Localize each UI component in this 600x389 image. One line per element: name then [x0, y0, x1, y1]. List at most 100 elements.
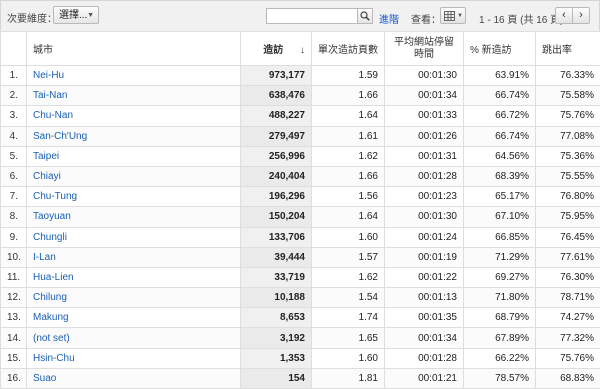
- avg-duration-cell: 00:01:34: [385, 328, 464, 348]
- city-report-table: 城市 造訪 ↓ 單次造訪頁數 平均網站停留時間 % 新造訪 跳出率 1.Nei-…: [0, 31, 600, 389]
- city-link[interactable]: San-Ch'Ung: [27, 126, 241, 146]
- new-visits-cell: 71.29%: [464, 247, 536, 267]
- avg-duration-cell: 00:01:34: [385, 86, 464, 106]
- search-button[interactable]: [357, 8, 373, 24]
- pages-per-visit-cell: 1.81: [312, 368, 385, 388]
- sessions-cell: 1,353: [241, 348, 312, 368]
- avg-duration-cell: 00:01:24: [385, 227, 464, 247]
- city-link[interactable]: Chu-Nan: [27, 106, 241, 126]
- avg-duration-cell: 00:01:33: [385, 106, 464, 126]
- new-visits-cell: 66.72%: [464, 106, 536, 126]
- city-link[interactable]: Suao: [27, 368, 241, 388]
- avg-duration-cell: 00:01:28: [385, 166, 464, 186]
- bounce-rate-cell: 75.36%: [536, 146, 600, 166]
- row-index: 13.: [1, 308, 27, 328]
- avg-duration-cell: 00:01:22: [385, 267, 464, 287]
- city-link[interactable]: (not set): [27, 328, 241, 348]
- city-link[interactable]: Nei-Hu: [27, 66, 241, 86]
- new-visits-header[interactable]: % 新造訪: [464, 32, 536, 66]
- sessions-cell: 488,227: [241, 106, 312, 126]
- table-row: 11.Hua-Lien33,7191.6200:01:2269.27%76.30…: [1, 267, 600, 287]
- table-toolbar: 次要維度： 選擇... ▼ 進階 查看： ▼ 1 - 16 頁 (共 16 頁)…: [0, 0, 600, 32]
- avg-duration-cell: 00:01:35: [385, 308, 464, 328]
- table-row: 14.(not set)3,1921.6500:01:3467.89%77.32…: [1, 328, 600, 348]
- pages-per-visit-cell: 1.65: [312, 328, 385, 348]
- sessions-cell: 154: [241, 368, 312, 388]
- secondary-dimension-select[interactable]: 選擇... ▼: [53, 6, 99, 24]
- pages-per-visit-cell: 1.54: [312, 288, 385, 308]
- pages-per-visit-cell: 1.59: [312, 66, 385, 86]
- city-link[interactable]: Taipei: [27, 146, 241, 166]
- next-page-button[interactable]: ›: [572, 7, 590, 24]
- bounce-rate-cell: 78.71%: [536, 288, 600, 308]
- city-link[interactable]: Chu-Tung: [27, 187, 241, 207]
- bounce-rate-cell: 76.33%: [536, 66, 600, 86]
- table-row: 2.Tai-Nan638,4761.6600:01:3466.74%75.58%: [1, 86, 600, 106]
- search-icon: [360, 11, 370, 21]
- filter-search-input[interactable]: [266, 8, 358, 24]
- sessions-cell: 196,296: [241, 187, 312, 207]
- bounce-rate-cell: 68.83%: [536, 368, 600, 388]
- pages-per-visit-header[interactable]: 單次造訪頁數: [312, 32, 385, 66]
- sessions-column-header[interactable]: 造訪 ↓: [241, 32, 312, 66]
- sessions-cell: 133,706: [241, 227, 312, 247]
- city-link[interactable]: Makung: [27, 308, 241, 328]
- row-index: 6.: [1, 166, 27, 186]
- table-row: 5.Taipei256,9961.6200:01:3164.56%75.36%: [1, 146, 600, 166]
- row-index: 12.: [1, 288, 27, 308]
- city-link[interactable]: Chilung: [27, 288, 241, 308]
- pagination-status: 1 - 16 頁 (共 16 頁): [479, 11, 563, 26]
- new-visits-cell: 69.27%: [464, 267, 536, 287]
- pages-per-visit-cell: 1.60: [312, 348, 385, 368]
- pages-per-visit-cell: 1.64: [312, 207, 385, 227]
- city-link[interactable]: Hua-Lien: [27, 267, 241, 287]
- bounce-rate-cell: 76.30%: [536, 267, 600, 287]
- city-link[interactable]: Chungli: [27, 227, 241, 247]
- pages-per-visit-cell: 1.64: [312, 106, 385, 126]
- city-link[interactable]: Tai-Nan: [27, 86, 241, 106]
- avg-duration-cell: 00:01:13: [385, 288, 464, 308]
- row-index: 4.: [1, 126, 27, 146]
- pages-per-visit-cell: 1.66: [312, 166, 385, 186]
- new-visits-cell: 64.56%: [464, 146, 536, 166]
- row-index: 2.: [1, 86, 27, 106]
- row-index: 10.: [1, 247, 27, 267]
- previous-page-button[interactable]: ‹: [555, 7, 573, 24]
- pages-per-visit-cell: 1.66: [312, 86, 385, 106]
- new-visits-cell: 66.74%: [464, 126, 536, 146]
- city-link[interactable]: Taoyuan: [27, 207, 241, 227]
- city-link[interactable]: Chiayi: [27, 166, 241, 186]
- avg-duration-cell: 00:01:30: [385, 207, 464, 227]
- table-header-row: 城市 造訪 ↓ 單次造訪頁數 平均網站停留時間 % 新造訪 跳出率: [1, 32, 600, 66]
- avg-duration-cell: 00:01:21: [385, 368, 464, 388]
- new-visits-cell: 66.74%: [464, 86, 536, 106]
- city-column-header[interactable]: 城市: [27, 32, 241, 66]
- row-index: 1.: [1, 66, 27, 86]
- city-link[interactable]: Hsin-Chu: [27, 348, 241, 368]
- new-visits-cell: 67.89%: [464, 328, 536, 348]
- grid-view-icon: [444, 11, 455, 21]
- table-row: 12.Chilung10,1881.5400:01:1371.80%78.71%: [1, 288, 600, 308]
- table-row: 6.Chiayi240,4041.6600:01:2868.39%75.55%: [1, 166, 600, 186]
- row-index: 5.: [1, 146, 27, 166]
- bounce-rate-cell: 77.61%: [536, 247, 600, 267]
- bounce-rate-cell: 77.32%: [536, 328, 600, 348]
- bounce-rate-cell: 75.95%: [536, 207, 600, 227]
- bounce-rate-header[interactable]: 跳出率: [536, 32, 600, 66]
- avg-duration-header[interactable]: 平均網站停留時間: [385, 32, 464, 66]
- row-index: 8.: [1, 207, 27, 227]
- sessions-cell: 638,476: [241, 86, 312, 106]
- secondary-dimension-label: 次要維度：: [7, 10, 57, 25]
- pages-per-visit-cell: 1.62: [312, 146, 385, 166]
- chevron-down-icon: ▼: [87, 7, 94, 25]
- table-row: 16.Suao1541.8100:01:2178.57%68.83%: [1, 368, 600, 388]
- view-mode-dropdown[interactable]: ▼: [440, 7, 466, 24]
- city-link[interactable]: I-Lan: [27, 247, 241, 267]
- sort-descending-icon: ↓: [300, 45, 305, 56]
- sessions-header-label: 造訪: [263, 45, 283, 56]
- advanced-filter-link[interactable]: 進階: [379, 11, 399, 26]
- table-row: 10.I-Lan39,4441.5700:01:1971.29%77.61%: [1, 247, 600, 267]
- avg-duration-cell: 00:01:19: [385, 247, 464, 267]
- bounce-rate-cell: 75.76%: [536, 348, 600, 368]
- table-row: 1.Nei-Hu973,1771.5900:01:3063.91%76.33%: [1, 66, 600, 86]
